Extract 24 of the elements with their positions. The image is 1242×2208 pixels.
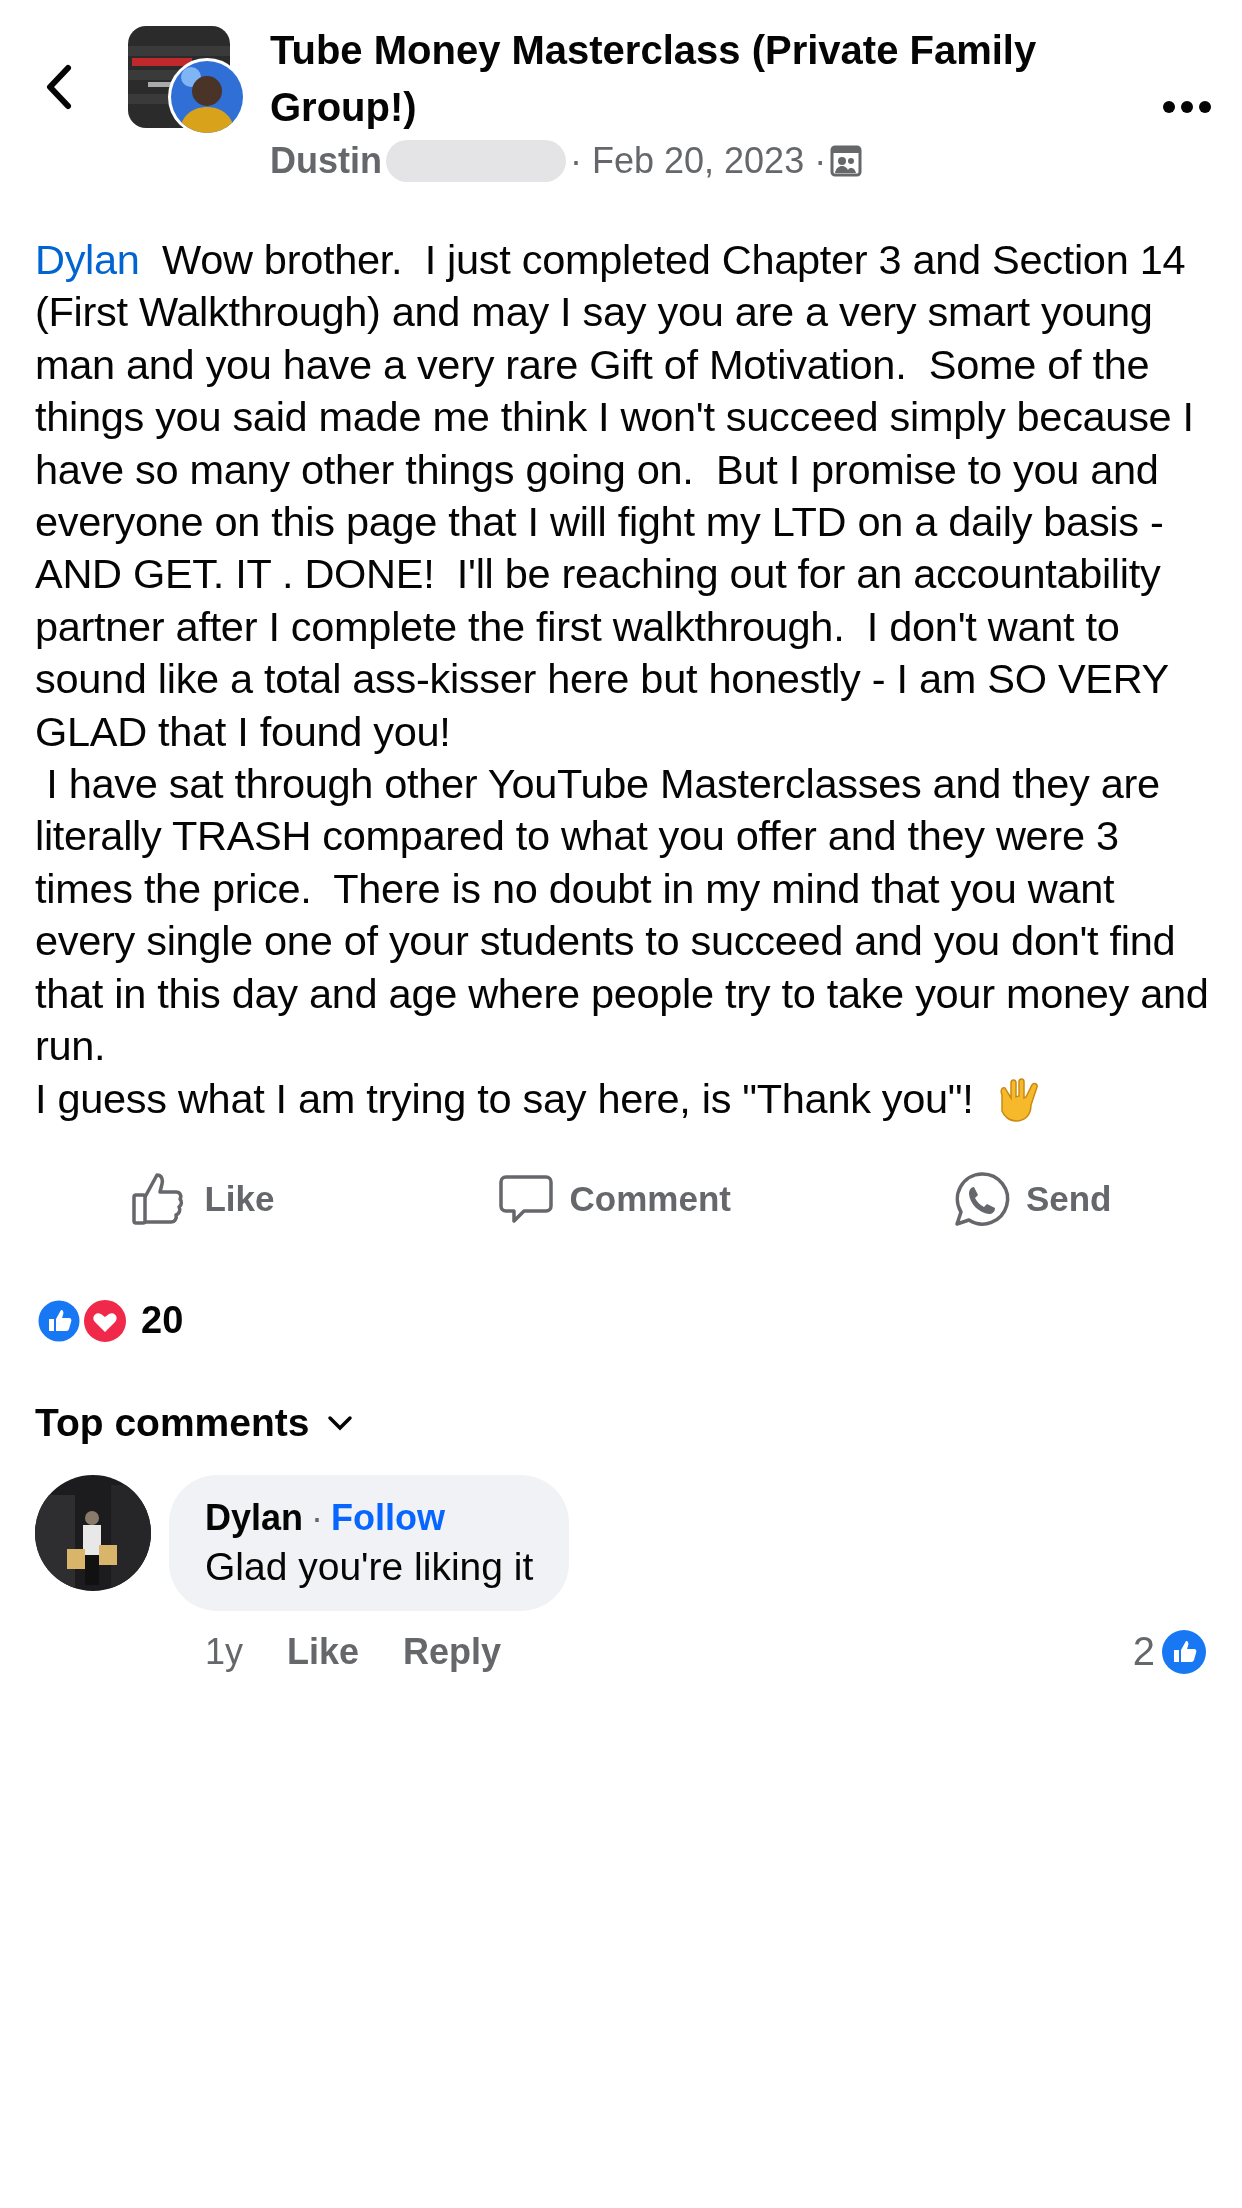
comment-like-button[interactable]: Like: [287, 1630, 360, 1673]
post-paragraph: I have sat through other YouTube Masterclasses and they are literally TRASH compared to what you offer and they were 3 times the price. There is no doubt in my mind that you want every single one of your students to succeed and you don't find that in this day and age where people try to take your money and run.: [35, 759, 1210, 1072]
comment-time: 1y: [205, 1630, 244, 1673]
author-name[interactable]: Dustin: [270, 140, 382, 182]
mention-link[interactable]: Dylan: [35, 236, 140, 283]
reaction-count[interactable]: 20: [141, 1299, 184, 1343]
comment-button[interactable]: Comment: [485, 1162, 741, 1235]
like-reaction-icon: [1161, 1628, 1207, 1675]
chevron-down-icon: [327, 1414, 354, 1431]
commenter-name[interactable]: Dylan: [205, 1496, 304, 1539]
comment-sort-dropdown[interactable]: Top comments: [35, 1400, 354, 1445]
comment-like-count: 2: [1132, 1629, 1155, 1675]
follow-link[interactable]: Follow: [331, 1496, 446, 1539]
post-date: · Feb 20, 2023 ·: [570, 140, 827, 182]
like-button[interactable]: Like: [120, 1162, 285, 1235]
send-button[interactable]: Send: [941, 1162, 1122, 1235]
comment-text: Glad you're liking it: [205, 1544, 534, 1589]
group-audience-icon: [830, 145, 863, 177]
group-name[interactable]: Tube Money Masterclass (Private Family Group!): [270, 22, 1138, 136]
post-paragraph: Dylan Wow brother. I just completed Chapter 3 and Section 14 (First Walkthrough) and may I say you are a very smart young man and you have a very rare Gift of Motivation. Some of the things you said made me think I won't succeed simply because I have so many other things going on. But I promise to you and everyone on this page that I will fight my LTD on a daily basis - AND GET. IT . DONE! I'll be reaching out for an accountability partner after I complete the first walkthrough. I don't want to sound like a total ass-kisser here but honestly - I am SO VERY GLAD that I found you!: [35, 235, 1195, 757]
more-options-icon[interactable]: [1162, 100, 1212, 114]
post-paragraph: I guess what I am trying to say here, is "Thank you"!: [35, 1072, 1212, 1125]
separator-dot: ·: [311, 1496, 324, 1539]
reply-button[interactable]: Reply: [403, 1630, 502, 1673]
